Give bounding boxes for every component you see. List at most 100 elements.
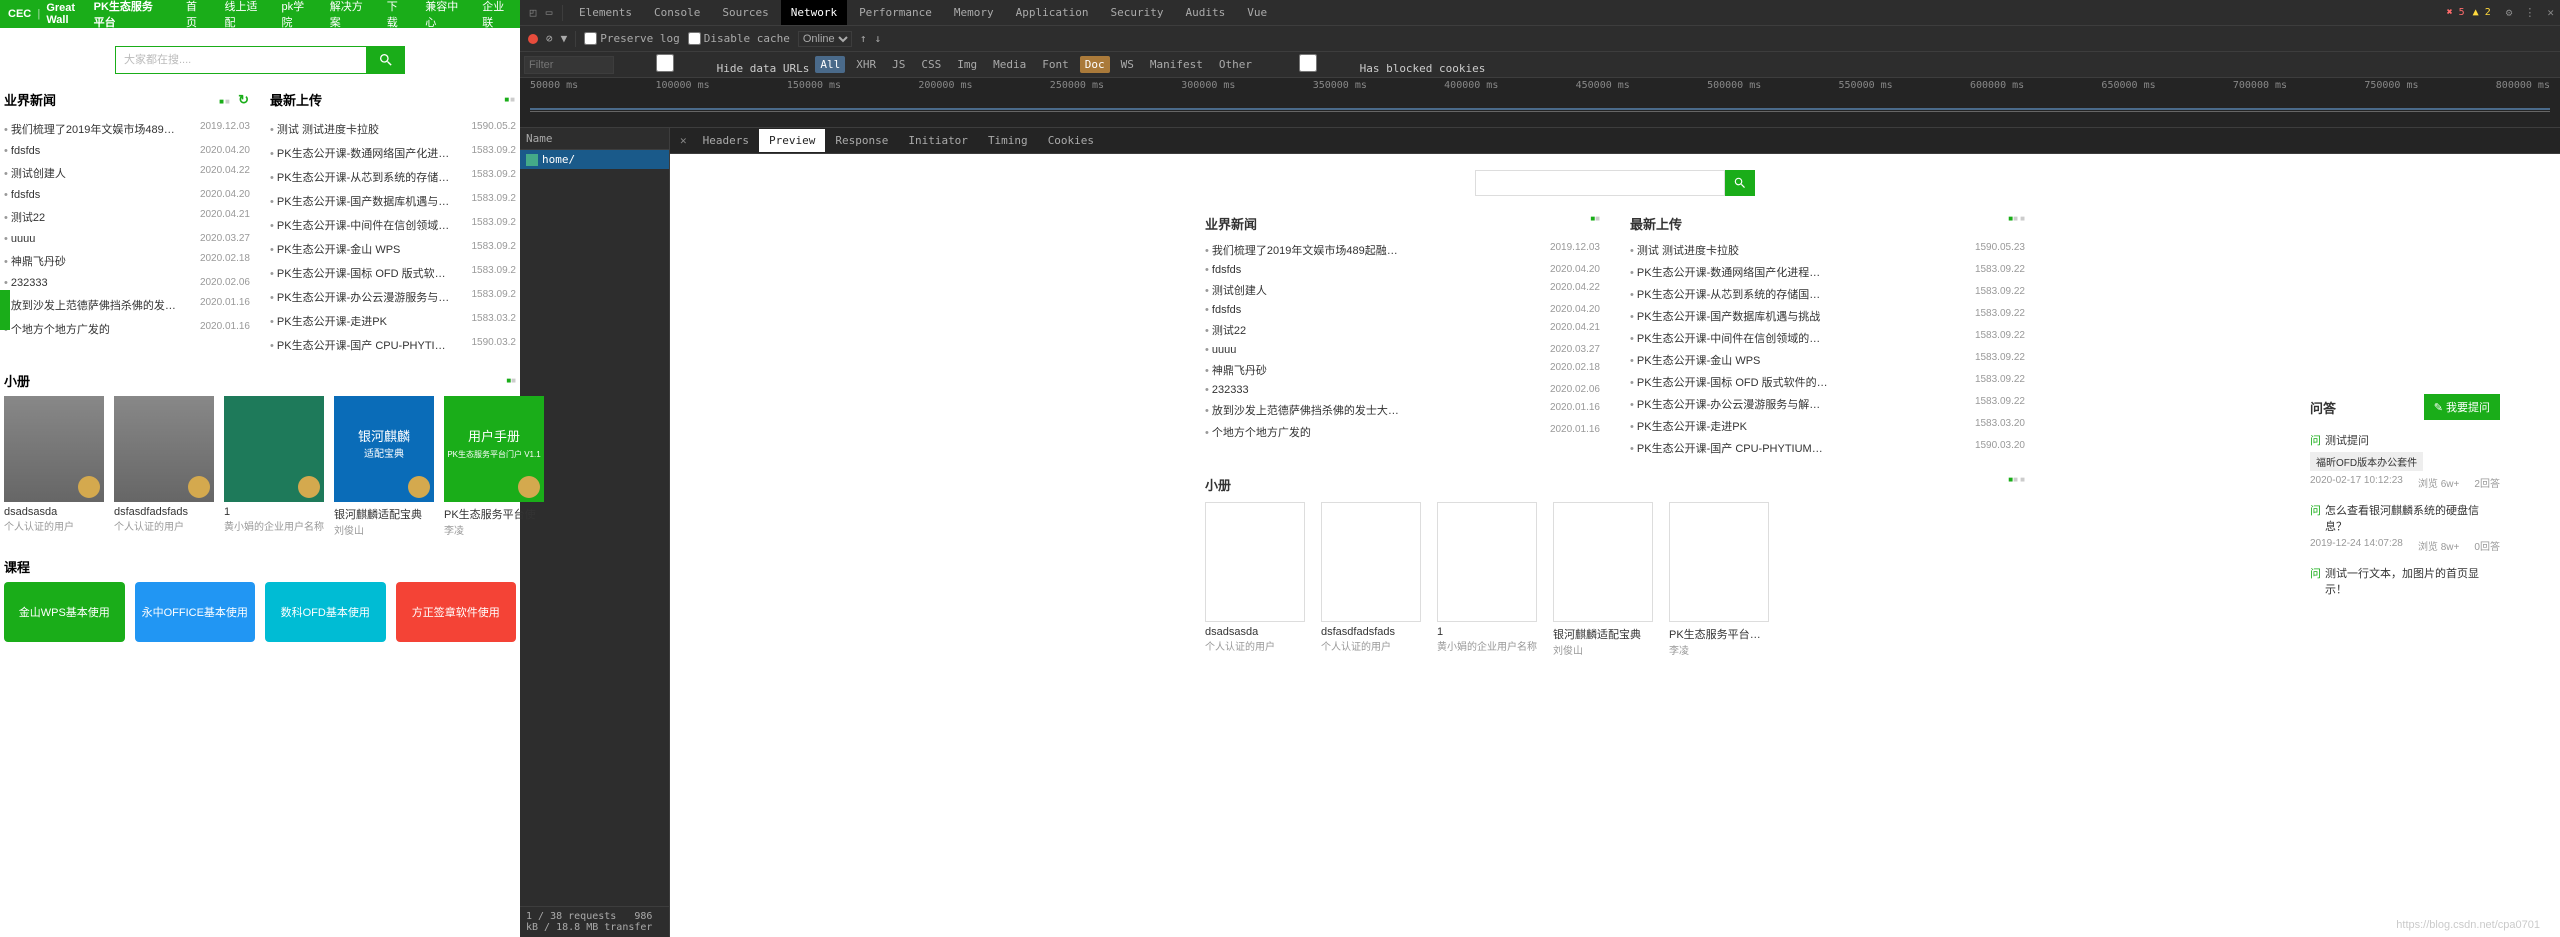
tab-performance[interactable]: Performance bbox=[849, 0, 942, 25]
list-item[interactable]: PK生态公开课-办公云漫游服务与解决方案1583.09.2 bbox=[270, 285, 516, 309]
more-icon[interactable]: ⋮ bbox=[2524, 6, 2535, 19]
tab-elements[interactable]: Elements bbox=[569, 0, 642, 25]
list-item[interactable]: 测试 测试进度卡拉胶1590.05.2 bbox=[270, 117, 516, 141]
list-item[interactable]: 个地方个地方广发的2020.01.16 bbox=[4, 317, 250, 341]
throttle-select[interactable]: Online bbox=[798, 31, 852, 47]
nav-dots[interactable]: ■■ ↻ bbox=[219, 92, 250, 108]
list-item[interactable]: PK生态公开课-走进PK1583.03.2 bbox=[270, 309, 516, 333]
filter-all[interactable]: All bbox=[815, 56, 845, 73]
list-item[interactable]: 测试创建人2020.04.22 bbox=[4, 161, 250, 185]
request-row[interactable]: home/ bbox=[520, 150, 669, 169]
filter-input[interactable] bbox=[524, 56, 614, 74]
list-item[interactable]: 测试222020.04.21 bbox=[1205, 319, 1600, 341]
upload-icon[interactable]: ↑ bbox=[860, 32, 867, 45]
warn-badge[interactable]: ▲ 2 bbox=[2470, 6, 2494, 19]
book-card[interactable]: dsfasdfadsfads 个人认证的用户 bbox=[114, 396, 214, 537]
hide-data-checkbox[interactable]: Hide data URLs bbox=[620, 54, 809, 75]
blocked-cookies-checkbox[interactable]: Has blocked cookies bbox=[1263, 54, 1485, 75]
dtab-cookies[interactable]: Cookies bbox=[1038, 129, 1104, 152]
download-icon[interactable]: ↓ bbox=[874, 32, 881, 45]
list-item[interactable]: 测试 测试进度卡拉胶1590.05.23 bbox=[1630, 239, 2025, 261]
filter-media[interactable]: Media bbox=[988, 56, 1031, 73]
list-item[interactable]: PK生态公开课-走进PK1583.03.20 bbox=[1630, 415, 2025, 437]
list-item[interactable]: PK生态公开课-从芯到系统的存储国产化之路1583.09.2 bbox=[270, 165, 516, 189]
error-badge[interactable]: ✖ 5 bbox=[2444, 6, 2468, 19]
pv-search-button[interactable] bbox=[1725, 170, 1755, 196]
filter-doc[interactable]: Doc bbox=[1080, 56, 1110, 73]
pv-book-card[interactable]: 银河麒麟适配宝典 刘俊山 bbox=[1553, 502, 1653, 657]
book-card[interactable]: 银河麒麟适配宝典 银河麒麟适配宝典 刘俊山 bbox=[334, 396, 434, 537]
clear-icon[interactable]: ⊘ bbox=[546, 32, 553, 45]
dtab-preview[interactable]: Preview bbox=[759, 129, 825, 152]
disable-cache-checkbox[interactable]: Disable cache bbox=[688, 32, 790, 45]
course-card[interactable]: 金山WPS基本使用 bbox=[4, 582, 125, 642]
refresh-icon[interactable]: ↻ bbox=[238, 92, 250, 107]
filter-icon[interactable]: ▼ bbox=[561, 32, 568, 45]
list-item[interactable]: fdsfds2020.04.20 bbox=[1205, 301, 1600, 319]
filter-xhr[interactable]: XHR bbox=[851, 56, 881, 73]
course-card[interactable]: 方正签章软件使用 bbox=[396, 582, 517, 642]
filter-ws[interactable]: WS bbox=[1116, 56, 1139, 73]
filter-manifest[interactable]: Manifest bbox=[1145, 56, 1208, 73]
record-button[interactable] bbox=[528, 34, 538, 44]
list-item[interactable]: 神鼎飞丹砂2020.02.18 bbox=[1205, 359, 1600, 381]
list-item[interactable]: uuuu2020.03.27 bbox=[1205, 341, 1600, 359]
list-item[interactable]: PK生态公开课-国标 OFD 版式软件的应用1583.09.22 bbox=[1630, 371, 2025, 393]
list-item[interactable]: PK生态公开课-国产数据库机遇与挑战1583.09.2 bbox=[270, 189, 516, 213]
list-item[interactable]: 放到沙发上范德萨佛挡杀佛的发士大夫的是2020.01.16 bbox=[1205, 399, 1600, 421]
filter-other[interactable]: Other bbox=[1214, 56, 1257, 73]
tab-vue[interactable]: Vue bbox=[1237, 0, 1277, 25]
tab-security[interactable]: Security bbox=[1101, 0, 1174, 25]
list-item[interactable]: 2323332020.02.06 bbox=[4, 273, 250, 293]
list-item[interactable]: 神鼎飞丹砂2020.02.18 bbox=[4, 249, 250, 273]
list-item[interactable]: 我们梳理了2019年文娱市场489起融资事件，看...2019.12.03 bbox=[4, 117, 250, 141]
pv-book-card[interactable]: dsadsasda 个人认证的用户 bbox=[1205, 502, 1305, 657]
nav-dots[interactable]: ■■ bbox=[504, 95, 516, 104]
timeline[interactable]: 50000 ms100000 ms150000 ms200000 ms25000… bbox=[520, 78, 2560, 128]
nav-academy[interactable]: pk学院 bbox=[271, 0, 319, 30]
filter-font[interactable]: Font bbox=[1037, 56, 1074, 73]
pv-book-card[interactable]: dsfasdfadsfads 个人认证的用户 bbox=[1321, 502, 1421, 657]
nav-online[interactable]: 线上适配 bbox=[214, 0, 271, 30]
list-item[interactable]: PK生态公开课-金山 WPS1583.09.22 bbox=[1630, 349, 2025, 371]
nav-home[interactable]: 首页 bbox=[176, 0, 215, 30]
social-float[interactable] bbox=[0, 290, 10, 330]
tab-memory[interactable]: Memory bbox=[944, 0, 1004, 25]
device-icon[interactable]: ▭ bbox=[542, 6, 556, 20]
book-card[interactable]: dsadsasda 个人认证的用户 bbox=[4, 396, 104, 537]
list-item[interactable]: 放到沙发上范德萨佛挡杀佛的发士大夫的是2020.01.16 bbox=[4, 293, 250, 317]
course-card[interactable]: 数科OFD基本使用 bbox=[265, 582, 386, 642]
dtab-response[interactable]: Response bbox=[825, 129, 898, 152]
list-item[interactable]: 个地方个地方广发的2020.01.16 bbox=[1205, 421, 1600, 443]
list-item[interactable]: 测试创建人2020.04.22 bbox=[1205, 279, 1600, 301]
close-detail-icon[interactable]: ✕ bbox=[674, 134, 693, 147]
filter-css[interactable]: CSS bbox=[916, 56, 946, 73]
list-item[interactable]: PK生态公开课-金山 WPS1583.09.2 bbox=[270, 237, 516, 261]
nav-alliance[interactable]: 企业联 bbox=[472, 0, 520, 30]
filter-js[interactable]: JS bbox=[887, 56, 910, 73]
book-card[interactable]: 用户手册PK生态服务平台门户 V1.1 PK生态服务平台使 李凌 bbox=[444, 396, 544, 537]
inspect-icon[interactable]: ◰ bbox=[526, 6, 540, 20]
qa-item[interactable]: 问 测试一行文本，加图片的首页显示！ bbox=[2310, 565, 2500, 597]
nav-download[interactable]: 下载 bbox=[377, 0, 416, 30]
list-item[interactable]: uuuu2020.03.27 bbox=[4, 229, 250, 249]
list-item[interactable]: PK生态公开课-中间件在信创领域的现状及应用1583.09.2 bbox=[270, 213, 516, 237]
qa-item[interactable]: 问 测试提问 福昕OFD版本办公套件 2020-02-17 10:12:23浏览… bbox=[2310, 432, 2500, 490]
name-header[interactable]: Name bbox=[520, 128, 669, 150]
nav-solutions[interactable]: 解决方案 bbox=[320, 0, 377, 30]
tab-network[interactable]: Network bbox=[781, 0, 847, 25]
nav-dots[interactable]: ■■ bbox=[506, 376, 516, 385]
list-item[interactable]: PK生态公开课-国产 CPU-PHYTIUM介绍1590.03.20 bbox=[1630, 437, 2025, 459]
list-item[interactable]: PK生态公开课-国标 OFD 版式软件的应用1583.09.2 bbox=[270, 261, 516, 285]
dtab-timing[interactable]: Timing bbox=[978, 129, 1038, 152]
tab-audits[interactable]: Audits bbox=[1176, 0, 1236, 25]
close-icon[interactable]: ✕ bbox=[2547, 6, 2554, 19]
list-item[interactable]: PK生态公开课-国产 CPU-PHYTIUM介绍1590.03.2 bbox=[270, 333, 516, 357]
list-item[interactable]: 我们梳理了2019年文娱市场489起融资事件，看...2019.12.03 bbox=[1205, 239, 1600, 261]
dtab-headers[interactable]: Headers bbox=[693, 129, 759, 152]
book-card[interactable]: 1 黄小娟的企业用户名称 bbox=[224, 396, 324, 537]
course-card[interactable]: 永中OFFICE基本使用 bbox=[135, 582, 256, 642]
pv-book-card[interactable]: PK生态服务平台使... 李凌 bbox=[1669, 502, 1769, 657]
pv-book-card[interactable]: 1 黄小娟的企业用户名称 bbox=[1437, 502, 1537, 657]
filter-img[interactable]: Img bbox=[952, 56, 982, 73]
